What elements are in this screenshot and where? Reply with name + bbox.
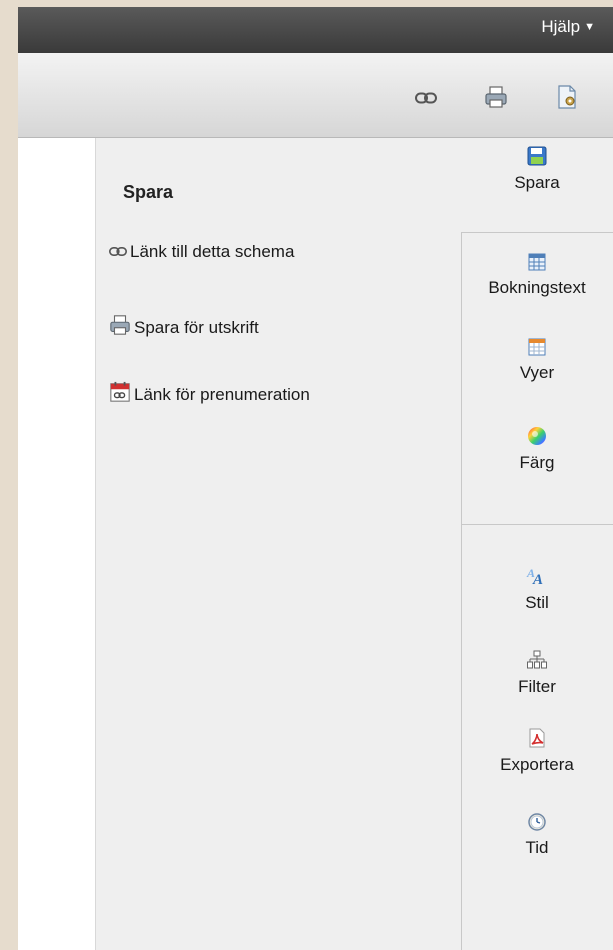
side-item-tid[interactable]: Tid [462,813,612,858]
settings-document-icon[interactable] [555,85,579,109]
help-menu[interactable]: Hjälp ▼ [541,17,595,37]
side-item-spara[interactable]: Spara [462,146,612,193]
calendar-grid-icon [462,338,612,361]
printer-icon[interactable] [484,85,508,109]
chevron-down-icon: ▼ [584,21,595,33]
side-item-label: Vyer [519,363,555,382]
option-label: Spara för utskrift [134,317,259,337]
side-item-label: Stil [525,593,549,612]
calendar-link-icon [109,381,131,408]
link-to-schedule-option[interactable]: Länk till detta schema [109,242,294,262]
side-item-exportera[interactable]: Exportera [462,728,612,775]
toolbar [18,53,613,138]
printer-icon [109,314,131,341]
option-label: Länk för prenumeration [134,384,310,404]
pdf-icon [462,728,612,753]
save-for-print-option[interactable]: Spara för utskrift [109,314,259,341]
link-icon [109,242,127,262]
font-style-icon: A A [462,566,612,591]
clock-icon [462,813,612,836]
side-item-stil[interactable]: A A Stil [462,566,612,613]
floppy-disk-icon [462,146,612,171]
filter-tree-icon [462,650,612,675]
side-item-label: Exportera [500,755,574,774]
top-bar: Hjälp ▼ [18,7,613,53]
side-item-label: Färg [519,453,555,472]
side-item-label: Spara [514,173,560,192]
subscription-link-option[interactable]: Länk för prenumeration [109,381,310,408]
panel-title: Spara [123,182,174,202]
option-label: Länk till detta schema [130,242,295,261]
side-item-label: Bokningstext [488,278,586,297]
app-window: Hjälp ▼ Spara Länk till detta schema Spa… [18,7,613,950]
side-menu-divider [461,232,613,233]
side-item-bokningstext[interactable]: Bokningstext [462,253,612,298]
side-item-label: Tid [525,838,549,857]
side-menu: Spara Bokningstext Vyer Färg A A Stil Fi… [462,138,613,950]
side-item-label: Filter [518,677,556,696]
side-menu-divider [461,232,462,950]
link-icon[interactable] [415,91,439,115]
help-label: Hjälp [541,17,581,36]
color-wheel-icon [462,426,612,451]
svg-text:A: A [532,572,543,586]
side-menu-divider [461,524,613,525]
side-item-vyer[interactable]: Vyer [462,338,612,383]
side-item-filter[interactable]: Filter [462,650,612,697]
side-item-farg[interactable]: Färg [462,426,612,473]
table-icon [462,253,612,276]
